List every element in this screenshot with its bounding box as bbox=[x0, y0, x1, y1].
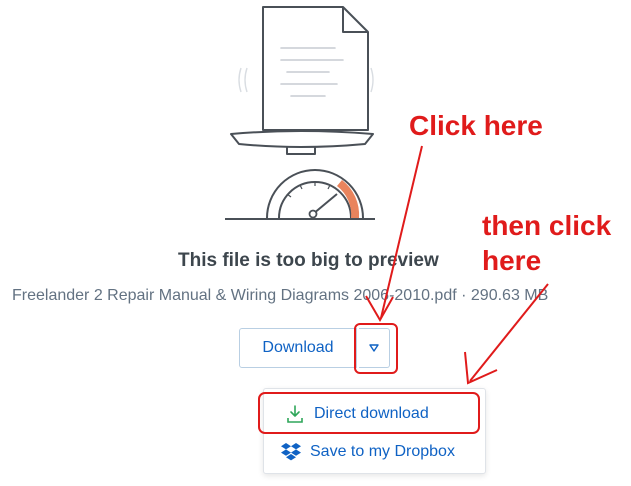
dropbox-icon bbox=[281, 443, 301, 461]
file-info: Freelander 2 Repair Manual & Wiring Diag… bbox=[12, 287, 622, 305]
annotation-here: here bbox=[482, 245, 542, 276]
menu-item-direct-download[interactable]: Direct download bbox=[264, 397, 485, 431]
preview-unavailable-title: This file is too big to preview bbox=[178, 250, 439, 271]
menu-item-save-to-dropbox[interactable]: Save to my Dropbox bbox=[264, 435, 485, 469]
file-too-big-illustration bbox=[225, 6, 375, 220]
menu-item-label: Direct download bbox=[314, 405, 429, 422]
menu-item-label: Save to my Dropbox bbox=[310, 443, 455, 460]
file-name: Freelander 2 Repair Manual & Wiring Diag… bbox=[12, 287, 457, 304]
info-separator: · bbox=[461, 287, 467, 304]
annotation-arrowhead-2 bbox=[464, 351, 498, 385]
download-button[interactable]: Download bbox=[239, 328, 357, 368]
download-icon bbox=[287, 405, 303, 423]
preview-page: This file is too big to preview Freeland… bbox=[0, 0, 631, 486]
download-options-button[interactable] bbox=[359, 328, 390, 368]
annotation-click-here: Click here bbox=[409, 110, 543, 141]
download-options-menu: Direct download Save to my Dropbox bbox=[263, 388, 486, 474]
annotation-then-click: then click bbox=[482, 210, 612, 241]
triangle-down-icon bbox=[369, 344, 379, 352]
file-size: 290.63 MB bbox=[470, 287, 549, 304]
